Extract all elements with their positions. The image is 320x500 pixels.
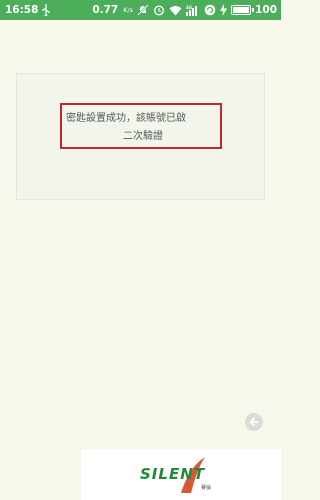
battery-percent: 100 — [255, 4, 277, 16]
alarm-icon — [153, 3, 165, 17]
usb-icon — [42, 3, 51, 17]
status-bar-left: 16:58 — [5, 3, 51, 17]
watermark-logo-text: SILENT — [140, 465, 205, 483]
battery-icon — [231, 5, 254, 15]
watermark-logo-subtext: 賽倫 — [201, 485, 212, 491]
wifi-icon — [169, 3, 182, 17]
clock-time: 16:58 — [5, 4, 39, 16]
status-bar: 16:58 0.77 K/s 4G 100 — [0, 0, 281, 20]
svg-text:4G: 4G — [186, 5, 192, 10]
mute-icon — [137, 3, 149, 17]
back-button[interactable] — [245, 413, 263, 431]
success-message-line1: 密匙設置成功，該賬號已啟 — [66, 113, 186, 124]
arrow-left-icon — [248, 416, 260, 428]
signal-icon: 4G — [186, 3, 200, 17]
charging-icon — [220, 3, 228, 17]
success-message-line2: 二次驗證 — [123, 131, 163, 142]
sync-icon — [204, 3, 216, 17]
battery-fill — [233, 7, 250, 13]
status-bar-right: 0.77 K/s 4G 100 — [92, 3, 277, 17]
network-speed: 0.77 — [92, 4, 119, 16]
network-speed-unit: K/s — [123, 5, 134, 14]
